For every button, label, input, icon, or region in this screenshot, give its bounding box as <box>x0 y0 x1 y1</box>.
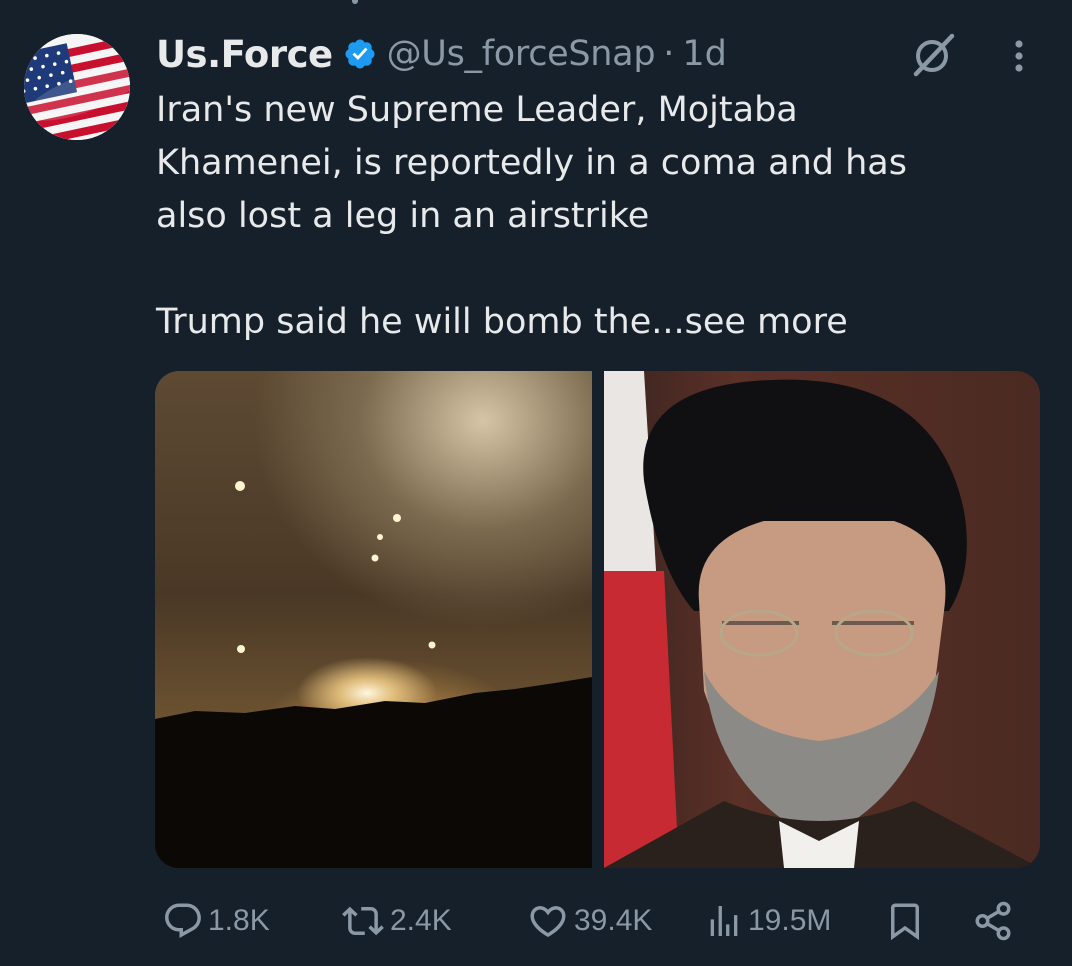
timestamp[interactable]: 1d <box>682 34 727 74</box>
views-count: 19.5M <box>748 904 832 937</box>
portrait-image[interactable] <box>603 371 1040 868</box>
share-icon <box>975 901 1011 941</box>
bookmark-icon <box>891 903 919 941</box>
display-name[interactable]: Us.Force <box>156 33 333 76</box>
user-handle[interactable]: @Us_forceSnap <box>387 34 656 74</box>
verified-badge-icon[interactable] <box>343 37 377 71</box>
us-flag-avatar-icon <box>24 34 130 140</box>
avatar[interactable] <box>24 34 130 140</box>
see-more-link[interactable]: ...see more <box>651 302 847 342</box>
repost-icon <box>342 906 384 936</box>
tweet-card[interactable]: Us.Force @Us_forceSnap · 1d Iran's new S… <box>0 0 1072 966</box>
views-icon <box>710 906 738 936</box>
reply-count: 1.8K <box>208 904 270 937</box>
reply-icon <box>165 903 201 938</box>
action-bar: 1.8K 2.4K 39.4K 19.5M <box>0 895 1072 947</box>
repost-count: 2.4K <box>390 904 452 937</box>
views-button[interactable]: 19.5M <box>704 895 831 947</box>
grok-icon[interactable] <box>908 30 958 80</box>
bookmark-button[interactable] <box>884 895 926 947</box>
previous-item-edge <box>352 0 358 4</box>
media-grid <box>155 371 1040 868</box>
like-button[interactable]: 39.4K <box>526 895 652 947</box>
more-icon[interactable] <box>1004 34 1034 78</box>
repost-button[interactable]: 2.4K <box>340 895 452 947</box>
separator-dot: · <box>663 34 675 74</box>
airstrike-image[interactable] <box>155 371 592 868</box>
share-button[interactable] <box>972 895 1014 947</box>
tweet-text: Iran's new Supreme Leader, Mojtaba Khame… <box>156 84 1036 349</box>
like-count: 39.4K <box>574 904 653 937</box>
reply-button[interactable]: 1.8K <box>162 895 270 947</box>
like-icon <box>530 906 566 938</box>
tweet-header: Us.Force @Us_forceSnap · 1d <box>156 28 727 80</box>
